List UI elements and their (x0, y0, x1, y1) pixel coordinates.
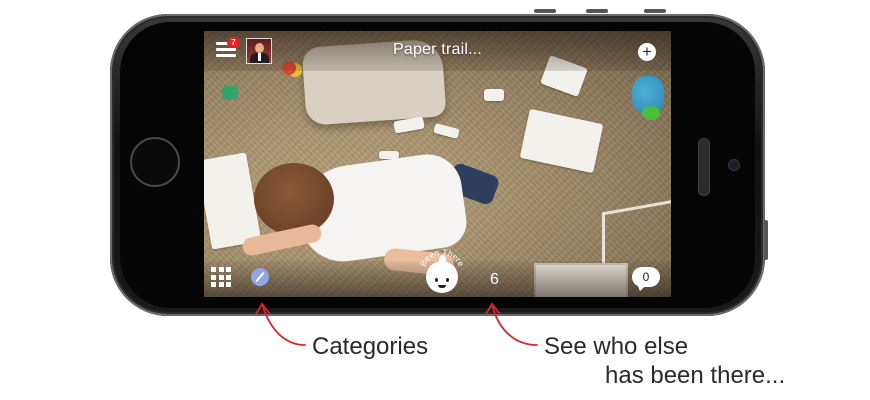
earpiece-speaker (698, 138, 710, 196)
add-button[interactable]: + (638, 43, 656, 61)
top-bar: 7 Paper trail... + (204, 31, 671, 71)
post-title: Paper trail... (392, 41, 483, 58)
front-camera (728, 159, 740, 171)
baby-eye-icon (446, 278, 449, 282)
mute-switch (764, 220, 768, 260)
link-button[interactable] (251, 268, 269, 286)
plus-icon: + (642, 42, 652, 61)
photo-toy (642, 106, 660, 120)
categories-annotation: Categories (312, 333, 429, 360)
volume-button-2 (586, 9, 608, 13)
been-there-annotation-line1: See who else (544, 333, 689, 360)
been-there-annotation-line2: has been there... (605, 362, 786, 389)
volume-button-1 (534, 9, 556, 13)
baby-face-icon (426, 261, 458, 293)
app-screen: 7 Paper trail... + Been There 6 0 (204, 31, 671, 297)
photo-baby-head (254, 163, 334, 235)
categories-grid-icon[interactable] (211, 267, 231, 287)
baby-eye-icon (435, 278, 438, 282)
home-button[interactable] (130, 137, 180, 187)
been-there-button[interactable]: Been There (418, 245, 466, 293)
photo-tissue (484, 89, 504, 101)
been-there-count: 6 (490, 271, 499, 288)
power-button (644, 9, 666, 13)
photo-toy (222, 86, 238, 100)
comment-bubble-button[interactable]: 0 (632, 267, 660, 287)
